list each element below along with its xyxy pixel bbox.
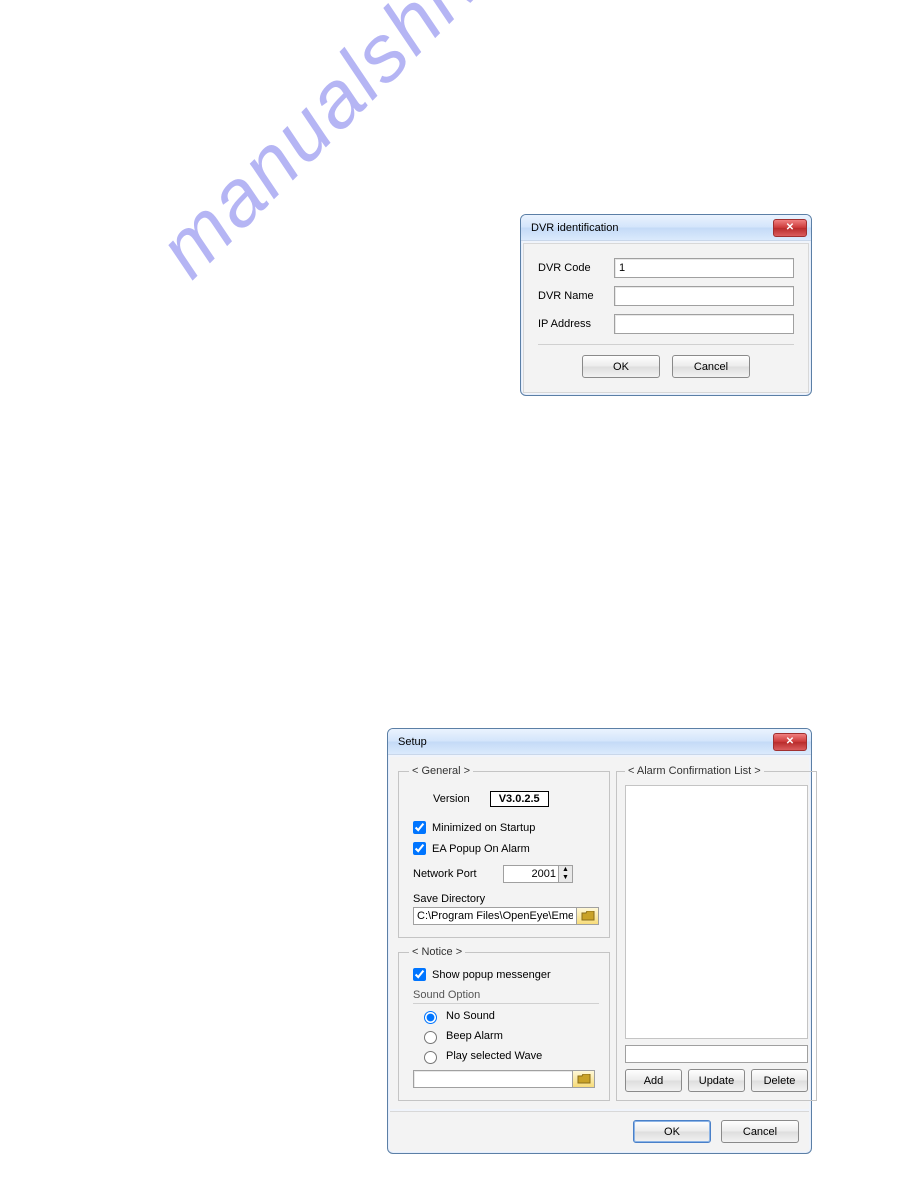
spinner-buttons[interactable]: ▲▼	[558, 866, 572, 882]
minimize-on-startup-label: Minimized on Startup	[432, 822, 535, 834]
setup-title: Setup	[398, 736, 427, 748]
setup-left-column: < General > Version V3.0.2.5 Minimized o…	[398, 765, 610, 1101]
wave-path-input[interactable]	[413, 1070, 573, 1088]
play-wave-label: Play selected Wave	[446, 1050, 542, 1062]
version-value: V3.0.2.5	[490, 791, 549, 807]
no-sound-label: No Sound	[446, 1010, 495, 1022]
dvr-name-label: DVR Name	[538, 290, 614, 302]
ip-address-input[interactable]	[614, 314, 794, 334]
notice-group: < Notice > Show popup messenger Sound Op…	[398, 946, 610, 1101]
dvr-name-input[interactable]	[614, 286, 794, 306]
general-group: < General > Version V3.0.2.5 Minimized o…	[398, 765, 610, 938]
setup-titlebar[interactable]: Setup ✕	[388, 729, 811, 755]
cancel-button[interactable]: Cancel	[672, 355, 750, 378]
ip-address-label: IP Address	[538, 318, 614, 330]
ea-popup-label: EA Popup On Alarm	[432, 843, 530, 855]
save-directory-label: Save Directory	[413, 893, 599, 905]
dvr-dialog-buttons: OK Cancel	[538, 344, 794, 378]
no-sound-row: No Sound	[419, 1008, 599, 1024]
alarm-selected-input[interactable]	[625, 1045, 808, 1063]
ea-popup-row: EA Popup On Alarm	[413, 842, 599, 855]
setup-body: < General > Version V3.0.2.5 Minimized o…	[390, 757, 809, 1109]
show-popup-label: Show popup messenger	[432, 969, 551, 981]
notice-legend: < Notice >	[409, 946, 465, 958]
play-wave-row: Play selected Wave	[419, 1048, 599, 1064]
dvr-dialog-title: DVR identification	[531, 222, 618, 234]
minimize-on-startup-checkbox[interactable]	[413, 821, 426, 834]
alarm-confirmation-group: < Alarm Confirmation List > Add Update D…	[616, 765, 817, 1101]
setup-right-column: < Alarm Confirmation List > Add Update D…	[616, 765, 801, 1101]
close-icon[interactable]: ✕	[773, 219, 807, 237]
network-port-row: Network Port ▲▼	[413, 865, 599, 883]
network-port-spinner[interactable]: ▲▼	[503, 865, 573, 883]
folder-browse-icon[interactable]	[577, 907, 599, 925]
save-directory-row	[413, 907, 599, 925]
alarm-buttons: Add Update Delete	[625, 1069, 808, 1092]
beep-alarm-row: Beep Alarm	[419, 1028, 599, 1044]
alarm-confirmation-list[interactable]	[625, 785, 808, 1039]
dvr-dialog-titlebar[interactable]: DVR identification ✕	[521, 215, 811, 241]
alarm-legend: < Alarm Confirmation List >	[625, 765, 764, 777]
ip-address-row: IP Address	[538, 314, 794, 334]
minimize-on-startup-row: Minimized on Startup	[413, 821, 599, 834]
sound-option-label: Sound Option	[413, 989, 599, 1004]
dvr-code-row: DVR Code	[538, 258, 794, 278]
dvr-code-input[interactable]	[614, 258, 794, 278]
setup-dialog: Setup ✕ < General > Version V3.0.2.5 Min…	[387, 728, 812, 1154]
ok-button[interactable]: OK	[633, 1120, 711, 1143]
play-wave-radio[interactable]	[424, 1051, 437, 1064]
update-button[interactable]: Update	[688, 1069, 745, 1092]
folder-browse-icon[interactable]	[573, 1070, 595, 1088]
add-button[interactable]: Add	[625, 1069, 682, 1092]
general-legend: < General >	[409, 765, 473, 777]
show-popup-row: Show popup messenger	[413, 968, 599, 981]
close-icon[interactable]: ✕	[773, 733, 807, 751]
version-row: Version V3.0.2.5	[433, 791, 599, 807]
save-directory-input[interactable]	[413, 907, 577, 925]
cancel-button[interactable]: Cancel	[721, 1120, 799, 1143]
dvr-dialog-body: DVR Code DVR Name IP Address OK Cancel	[523, 243, 809, 393]
dvr-name-row: DVR Name	[538, 286, 794, 306]
dvr-code-label: DVR Code	[538, 262, 614, 274]
network-port-label: Network Port	[413, 868, 503, 880]
dvr-identification-dialog: DVR identification ✕ DVR Code DVR Name I…	[520, 214, 812, 396]
network-port-input[interactable]	[504, 868, 558, 880]
wave-path-row	[413, 1070, 595, 1088]
delete-button[interactable]: Delete	[751, 1069, 808, 1092]
show-popup-checkbox[interactable]	[413, 968, 426, 981]
ea-popup-checkbox[interactable]	[413, 842, 426, 855]
beep-alarm-radio[interactable]	[424, 1031, 437, 1044]
version-label: Version	[433, 793, 470, 805]
no-sound-radio[interactable]	[424, 1011, 437, 1024]
ok-button[interactable]: OK	[582, 355, 660, 378]
setup-footer: OK Cancel	[390, 1111, 809, 1151]
beep-alarm-label: Beep Alarm	[446, 1030, 503, 1042]
